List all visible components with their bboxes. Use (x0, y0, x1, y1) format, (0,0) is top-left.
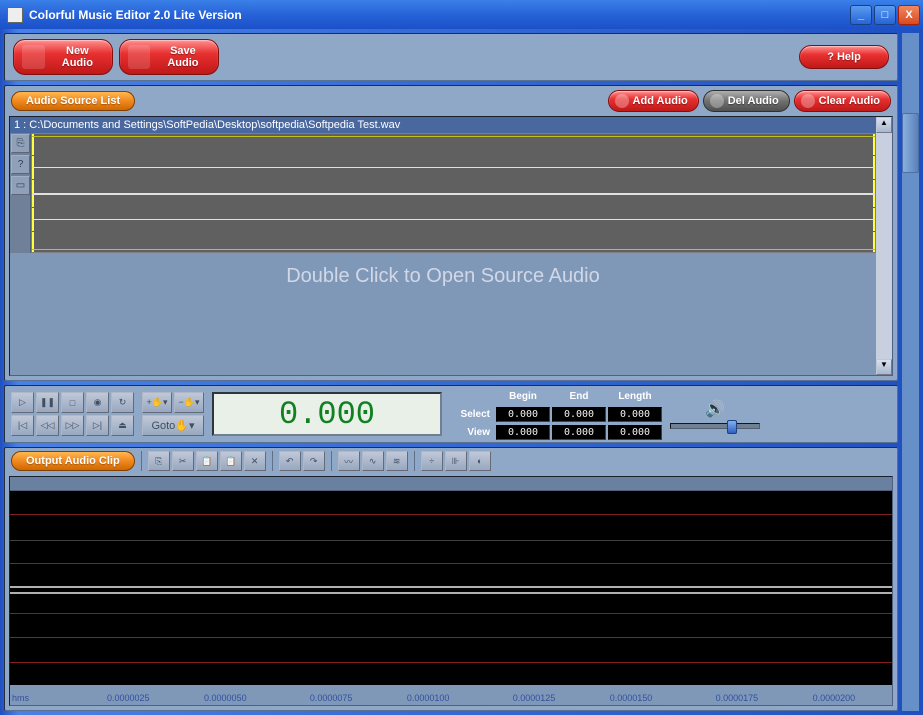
select-end[interactable]: 0.000 (552, 407, 606, 422)
goto-button[interactable]: Goto ✋▾ (142, 415, 204, 436)
help-tool-button[interactable]: ? (11, 155, 30, 174)
paste-mix-button[interactable]: 📋 (220, 451, 242, 471)
source-main[interactable]: 1 : C:\Documents and Settings\SoftPedia\… (10, 117, 876, 375)
select-begin[interactable]: 0.000 (496, 407, 550, 422)
title-bar: Colorful Music Editor 2.0 Lite Version _… (0, 0, 923, 29)
pause-button[interactable]: ❚❚ (36, 392, 59, 413)
tool1-button[interactable]: ÷ (421, 451, 443, 471)
output-header: Output Audio Clip ⎘ ✂ 📋 📋 ✕ ↶ ↷ 〰 ∿ ≋ ÷ … (5, 448, 897, 474)
undo-button[interactable]: ↶ (279, 451, 301, 471)
volume-thumb[interactable] (727, 420, 737, 434)
source-wave-area: ⎘ ? ▭ (10, 133, 876, 253)
save-audio-icon (128, 45, 150, 69)
copy-tool-button[interactable]: ⎘ (11, 134, 30, 153)
scroll-up-button[interactable]: ▲ (876, 117, 892, 133)
zoom-out-button[interactable]: −✋▾ (174, 392, 204, 413)
output-ruler-top[interactable] (10, 477, 892, 491)
time-display: 0.000 (212, 392, 442, 436)
wave-tools: ⎘ ? ▭ (10, 133, 31, 253)
loop-button[interactable]: ↻ (111, 392, 134, 413)
tick: 0.0000025 (107, 693, 150, 703)
treble-clef-icon (615, 94, 629, 108)
playback-buttons: ▷ ❚❚ □ ◉ ↻ |◁ ◁◁ ▷▷ ▷| ⏏ (11, 392, 134, 436)
play-button[interactable]: ▷ (11, 392, 34, 413)
source-body: 1 : C:\Documents and Settings\SoftPedia\… (9, 116, 893, 376)
new-audio-icon (22, 45, 45, 69)
main-toolbar: New Audio Save Audio ? Help (4, 33, 898, 81)
select-tool-button[interactable]: ▭ (11, 176, 30, 195)
copy-button[interactable]: ⎘ (148, 451, 170, 471)
effect2-button[interactable]: ∿ (362, 451, 384, 471)
app-body: New Audio Save Audio ? Help Audio Source… (0, 29, 923, 715)
tool3-button[interactable]: ◐ (469, 451, 491, 471)
forward-button[interactable]: ▷▷ (61, 415, 84, 436)
col-begin: Begin (496, 391, 550, 402)
goto-end-button[interactable]: ▷| (86, 415, 109, 436)
transport-panel: ▷ ❚❚ □ ◉ ↻ |◁ ◁◁ ▷▷ ▷| ⏏ +✋▾ −✋▾ Goto ✋▾… (4, 385, 898, 443)
rewind-button[interactable]: ◁◁ (36, 415, 59, 436)
treble-clef-icon (801, 94, 815, 108)
tick: 0.0000200 (813, 693, 856, 703)
select-length[interactable]: 0.000 (608, 407, 662, 422)
tool2-button[interactable]: ⊪ (445, 451, 467, 471)
view-end[interactable]: 0.000 (552, 425, 606, 440)
source-header: Audio Source List Add Audio Del Audio Cl… (5, 86, 897, 116)
effect3-button[interactable]: ≋ (386, 451, 408, 471)
tick: 0.0000075 (310, 693, 353, 703)
new-audio-button[interactable]: New Audio (13, 39, 113, 75)
treble-clef-icon (710, 94, 724, 108)
clear-audio-button[interactable]: Clear Audio (794, 90, 891, 112)
row-select: Select (450, 409, 494, 420)
output-ruler-bottom[interactable]: hms 0.0000025 0.0000050 0.0000075 0.0000… (10, 685, 892, 705)
del-audio-button[interactable]: Del Audio (703, 90, 790, 112)
scroll-down-button[interactable]: ▼ (876, 359, 892, 375)
speaker-icon: 🔊 (705, 399, 725, 419)
stop-button[interactable]: □ (61, 392, 84, 413)
col-end: End (552, 391, 606, 402)
save-audio-button[interactable]: Save Audio (119, 39, 219, 75)
output-panel: Output Audio Clip ⎘ ✂ 📋 📋 ✕ ↶ ↷ 〰 ∿ ≋ ÷ … (4, 447, 898, 711)
delete-button[interactable]: ✕ (244, 451, 266, 471)
source-waveform[interactable] (31, 133, 876, 253)
col-length: Length (608, 391, 662, 402)
source-panel: Audio Source List Add Audio Del Audio Cl… (4, 85, 898, 381)
row-view: View (450, 427, 494, 438)
goto-start-button[interactable]: |◁ (11, 415, 34, 436)
close-button[interactable]: X (898, 5, 920, 25)
minimize-button[interactable]: _ (850, 5, 872, 25)
tick: 0.0000050 (204, 693, 247, 703)
view-begin[interactable]: 0.000 (496, 425, 550, 440)
maximize-button[interactable]: □ (874, 5, 896, 25)
ruler-unit: hms (12, 693, 29, 703)
app-right-scrollbar[interactable] (902, 33, 919, 711)
tick: 0.0000100 (407, 693, 450, 703)
eject-button[interactable]: ⏏ (111, 415, 134, 436)
paste-button[interactable]: 📋 (196, 451, 218, 471)
source-list-label: Audio Source List (11, 91, 135, 111)
scroll-thumb[interactable] (902, 113, 919, 173)
record-button[interactable]: ◉ (86, 392, 109, 413)
redo-button[interactable]: ↷ (303, 451, 325, 471)
volume-slider[interactable] (670, 423, 760, 429)
source-hint: Double Click to Open Source Audio (10, 265, 876, 288)
help-button[interactable]: ? Help (799, 45, 889, 69)
nav-buttons: +✋▾ −✋▾ Goto ✋▾ (142, 392, 204, 436)
tick: 0.0000125 (513, 693, 556, 703)
window-title: Colorful Music Editor 2.0 Lite Version (29, 8, 848, 22)
source-scrollbar[interactable]: ▲ ▼ (876, 117, 892, 375)
volume-control: 🔊 (670, 399, 760, 429)
cut-button[interactable]: ✂ (172, 451, 194, 471)
selection-grid: Begin End Length Select 0.000 0.000 0.00… (450, 388, 662, 440)
zoom-in-button[interactable]: +✋▾ (142, 392, 172, 413)
tick: 0.0000150 (610, 693, 653, 703)
effect1-button[interactable]: 〰 (338, 451, 360, 471)
output-body: hms 0.0000025 0.0000050 0.0000075 0.0000… (9, 476, 893, 706)
source-file-path: 1 : C:\Documents and Settings\SoftPedia\… (10, 117, 876, 133)
output-waveform[interactable] (10, 491, 892, 685)
add-audio-button[interactable]: Add Audio (608, 90, 699, 112)
app-icon (7, 7, 23, 23)
tick: 0.0000175 (716, 693, 759, 703)
view-length[interactable]: 0.000 (608, 425, 662, 440)
output-clip-label: Output Audio Clip (11, 451, 135, 471)
